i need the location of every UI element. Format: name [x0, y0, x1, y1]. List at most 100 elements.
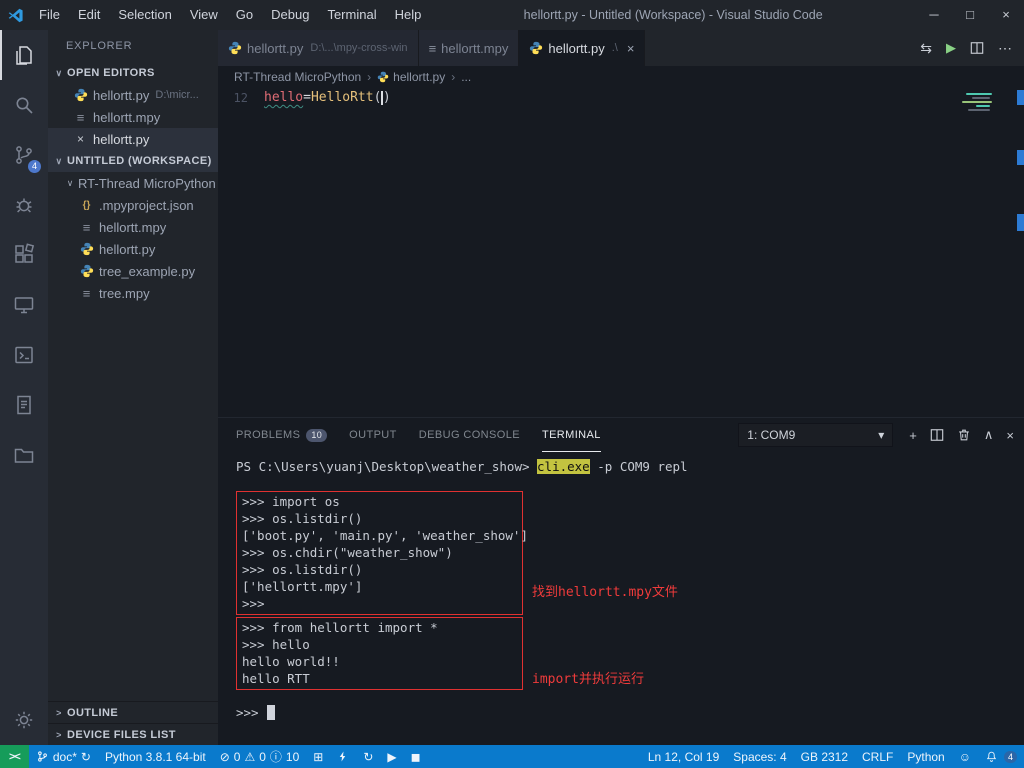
menu-terminal[interactable]: Terminal [318, 0, 385, 30]
open-editor-item-3[interactable]: × hellortt.py [48, 128, 218, 150]
breadcrumb-folder[interactable]: RT-Thread MicroPython [234, 70, 361, 84]
outline-section-header[interactable]: > OUTLINE [48, 701, 218, 723]
menu-edit[interactable]: Edit [69, 0, 109, 30]
panel-tab-output[interactable]: OUTPUT [349, 418, 397, 452]
activitybar-search[interactable] [0, 80, 48, 130]
terminal-line: hello RTT [242, 670, 517, 687]
terminal-output[interactable]: PS C:\Users\yuanj\Desktop\weather_show> … [218, 452, 1024, 745]
notifications-bell[interactable]: 4 [978, 750, 1024, 763]
info-icon: ⓘ [270, 748, 282, 765]
terminal-select[interactable]: 1: COM9 ▾ [738, 423, 893, 447]
stop-status-button[interactable]: ◼ [404, 750, 428, 764]
stop-icon: ◼ [411, 750, 421, 764]
code-editor[interactable]: 12 hello = HelloRtt() [218, 88, 1024, 417]
editor-tab-bar: hellortt.py D:\...\mpy-cross-win ≡ hello… [218, 30, 1024, 66]
panel-tab-problems[interactable]: PROBLEMS 10 [236, 418, 327, 452]
window-title: hellortt.py - Untitled (Workspace) - Vis… [430, 8, 916, 22]
menu-help[interactable]: Help [386, 0, 431, 30]
menu-file[interactable]: File [30, 0, 69, 30]
branch-icon [36, 750, 49, 763]
tab-hellortt-mpy[interactable]: ≡ hellortt.mpy [419, 30, 520, 66]
terminal-line: >>> os.chdir("weather_show") [242, 544, 517, 561]
terminal-annotated-block-1: >>> import os >>> os.listdir() ['boot.py… [236, 491, 756, 615]
encoding-setting[interactable]: GB 2312 [794, 750, 855, 764]
activitybar-notes[interactable] [0, 380, 48, 430]
tree-item-tree-example[interactable]: tree_example.py [48, 260, 218, 282]
indentation-setting[interactable]: Spaces: 4 [726, 750, 793, 764]
close-panel-icon[interactable]: × [1006, 428, 1014, 443]
panel-tab-terminal[interactable]: TERMINAL [542, 418, 601, 452]
eol-setting[interactable]: CRLF [855, 750, 900, 764]
tab-close-icon[interactable]: × [627, 41, 635, 56]
compare-changes-icon[interactable]: ⇆ [920, 40, 932, 57]
terminal-line: >>> import os [242, 493, 517, 510]
statusbar-right: Ln 12, Col 19 Spaces: 4 GB 2312 CRLF Pyt… [641, 750, 1024, 764]
tab-detail: D:\...\mpy-cross-win [310, 42, 407, 54]
bottom-panel: PROBLEMS 10 OUTPUT DEBUG CONSOLE TERMINA… [218, 417, 1024, 745]
workspace-section-header[interactable]: ∨ UNTITLED (WORKSPACE) [48, 150, 218, 172]
menu-debug[interactable]: Debug [262, 0, 318, 30]
tree-item-hellortt-py[interactable]: hellortt.py [48, 238, 218, 260]
split-editor-icon[interactable] [970, 41, 984, 55]
problems-status[interactable]: ⊘ 0 ⚠ 0 ⓘ 10 [213, 748, 307, 765]
tree-item-mpyproject[interactable]: {} .mpyproject.json [48, 194, 218, 216]
git-branch-status[interactable]: doc* ↻ [29, 750, 98, 764]
device-files-section-header[interactable]: > DEVICE FILES LIST [48, 723, 218, 745]
terminal-current-prompt[interactable]: >>> [236, 704, 1024, 721]
activitybar-explorer[interactable] [0, 30, 48, 80]
menu-go[interactable]: Go [227, 0, 262, 30]
open-editor-item-1[interactable]: hellortt.py D:\micr... [48, 84, 218, 106]
activitybar-terminal-tool[interactable] [0, 330, 48, 380]
kill-terminal-icon[interactable] [957, 428, 971, 442]
close-icon[interactable]: × [72, 132, 89, 146]
overview-ruler-mark[interactable] [1017, 214, 1024, 231]
feedback-smiley[interactable]: ☺ [952, 750, 978, 764]
activitybar-debug[interactable] [0, 180, 48, 230]
python-file-icon [377, 71, 389, 83]
warning-count: 0 [259, 750, 266, 764]
close-button[interactable]: × [988, 0, 1024, 30]
grid-status-button[interactable]: ⊞ [306, 750, 330, 764]
sidebar-title: EXPLORER [48, 30, 218, 62]
tab-hellortt-py-mpycross[interactable]: hellortt.py D:\...\mpy-cross-win [218, 30, 419, 66]
more-actions-icon[interactable]: ⋯ [998, 40, 1012, 57]
open-editor-item-2[interactable]: ≡ hellortt.mpy [48, 106, 218, 128]
open-editors-header[interactable]: ∨ OPEN EDITORS [48, 62, 218, 84]
minimize-button[interactable]: ─ [916, 0, 952, 30]
overview-ruler-mark[interactable] [1017, 90, 1024, 105]
maximize-panel-icon[interactable]: ∧ [984, 427, 994, 443]
run-status-button[interactable]: ▶ [380, 750, 403, 764]
breadcrumb[interactable]: RT-Thread MicroPython › hellortt.py › ..… [218, 66, 1024, 88]
remote-indicator[interactable]: >< [0, 745, 29, 768]
info-count: 10 [286, 750, 299, 764]
split-terminal-icon[interactable] [930, 428, 944, 442]
sync-icon[interactable]: ↻ [81, 750, 91, 764]
python-interpreter-status[interactable]: Python 3.8.1 64-bit [98, 750, 213, 764]
tree-item-hellortt-mpy[interactable]: ≡ hellortt.mpy [48, 216, 218, 238]
minimap[interactable] [952, 91, 1010, 113]
tree-item-tree-mpy[interactable]: ≡ tree.mpy [48, 282, 218, 304]
activitybar-remote-device[interactable] [0, 280, 48, 330]
menu-view[interactable]: View [181, 0, 227, 30]
maximize-button[interactable]: □ [952, 0, 988, 30]
run-file-button[interactable]: ▶ [946, 40, 956, 56]
activitybar-settings[interactable] [0, 695, 48, 745]
menu-selection[interactable]: Selection [109, 0, 180, 30]
overview-ruler-mark[interactable] [1017, 150, 1024, 165]
vscode-window: File Edit Selection View Go Debug Termin… [0, 0, 1024, 768]
language-mode[interactable]: Python [900, 750, 951, 764]
mpy-file-icon: ≡ [72, 111, 89, 124]
panel-tab-debug-console[interactable]: DEBUG CONSOLE [419, 418, 520, 452]
breadcrumb-symbol[interactable]: ... [461, 70, 471, 84]
tree-folder-rtthread[interactable]: ∨ RT-Thread MicroPython [48, 172, 218, 194]
breadcrumb-file[interactable]: hellortt.py [393, 70, 445, 84]
activitybar-extensions[interactable] [0, 230, 48, 280]
cursor-position[interactable]: Ln 12, Col 19 [641, 750, 726, 764]
flash-status-button[interactable] [330, 750, 356, 763]
new-terminal-button[interactable]: + [909, 428, 917, 443]
tab-hellortt-py-active[interactable]: hellortt.py .\ × [519, 30, 645, 66]
refresh-status-button[interactable]: ↻ [356, 750, 380, 764]
activitybar-source-control[interactable]: 4 [0, 130, 48, 180]
file-label: .mpyproject.json [99, 198, 194, 213]
activitybar-device-files[interactable] [0, 430, 48, 480]
